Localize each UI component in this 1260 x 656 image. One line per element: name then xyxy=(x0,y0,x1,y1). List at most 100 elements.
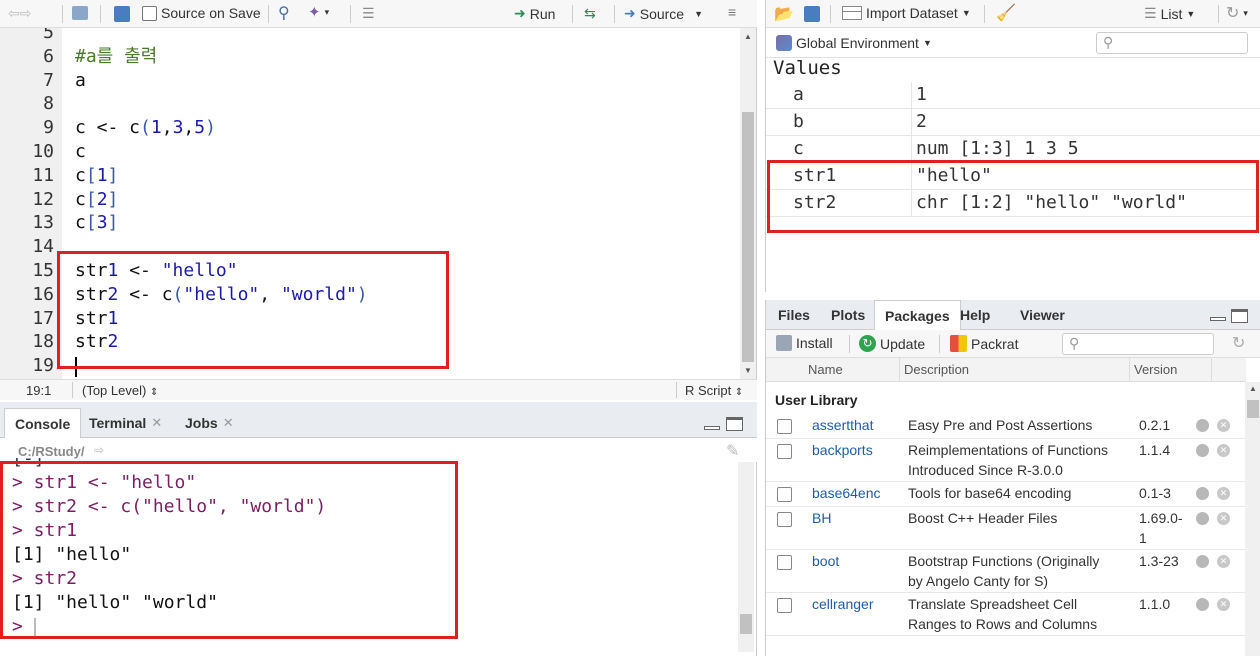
code-tools-wand-icon[interactable]: ✦ ▾ xyxy=(308,3,329,21)
packages-header: Name Description Version xyxy=(766,358,1246,382)
filetype-selector[interactable]: R Script ⇕ xyxy=(685,383,743,398)
tab-help[interactable]: Help xyxy=(950,300,1000,330)
maximize-icon[interactable] xyxy=(726,417,743,431)
refresh-icon[interactable]: ↻ ▾ xyxy=(1226,3,1248,23)
environment-row[interactable]: a1 xyxy=(766,82,1260,109)
package-version: 1.69.0- xyxy=(1139,510,1183,526)
tab-files[interactable]: Files xyxy=(768,300,820,330)
globe-icon[interactable] xyxy=(1196,598,1209,611)
list-icon: ☰ xyxy=(1144,5,1157,21)
remove-package-icon[interactable]: ✕ xyxy=(1217,555,1230,568)
packrat-button[interactable]: Packrat xyxy=(950,335,1018,352)
install-label: Install xyxy=(796,335,833,351)
tab-plots[interactable]: Plots xyxy=(821,300,875,330)
remove-package-icon[interactable]: ✕ xyxy=(1217,512,1230,525)
outline-icon[interactable]: ☰ xyxy=(362,5,375,22)
package-checkbox[interactable] xyxy=(777,598,792,613)
code-line[interactable]: c <- c(1,3,5) xyxy=(75,117,216,139)
environment-row[interactable]: c num [1:3] 1 3 5 xyxy=(766,136,1260,163)
remove-package-icon[interactable]: ✕ xyxy=(1217,419,1230,432)
menu-lines-icon[interactable]: ≡ xyxy=(728,4,736,20)
column-version-header[interactable]: Version xyxy=(1134,362,1177,377)
code-line[interactable]: c xyxy=(75,141,86,163)
source-on-save-checkbox[interactable] xyxy=(142,5,157,21)
package-row: boot Bootstrap Functions (Originally by An… xyxy=(766,550,1246,593)
install-icon xyxy=(776,335,792,351)
globe-icon[interactable] xyxy=(1196,444,1209,457)
tab-terminal[interactable]: Terminal ✕ xyxy=(79,408,172,438)
show-in-window-icon[interactable] xyxy=(72,6,88,20)
package-name-link[interactable]: backports xyxy=(812,442,873,458)
view-mode-selector[interactable]: ☰ List ▼ xyxy=(1144,5,1195,22)
globe-icon[interactable] xyxy=(1196,555,1209,568)
rerun-icon[interactable]: ⇆ xyxy=(584,5,596,22)
package-checkbox[interactable] xyxy=(777,512,792,527)
clear-broom-icon[interactable]: 🧹 xyxy=(996,3,1016,23)
package-row: BH Boost C++ Header Files 1.69.0- 1 ✕ xyxy=(766,507,1246,550)
packages-search-input[interactable]: ⚲ xyxy=(1062,333,1214,355)
remove-package-icon[interactable]: ✕ xyxy=(1217,444,1230,457)
package-checkbox[interactable] xyxy=(777,419,792,434)
globe-icon[interactable] xyxy=(1196,419,1209,432)
run-button[interactable]: ➜ Run xyxy=(514,5,555,22)
back-icon[interactable]: ⇦⇨ xyxy=(8,5,31,22)
search-icon[interactable]: ⚲ xyxy=(278,3,290,23)
packages-scroll-thumb[interactable] xyxy=(1247,400,1259,418)
scope-selector[interactable]: (Top Level) ⇕ xyxy=(82,383,158,398)
package-version: 1.1.0 xyxy=(1139,596,1171,612)
editor-scroll-thumb[interactable] xyxy=(742,112,754,362)
code-line[interactable]: c[3] xyxy=(75,212,118,234)
update-button[interactable]: ↻ Update xyxy=(859,335,925,352)
package-checkbox[interactable] xyxy=(777,444,792,459)
package-name-link[interactable]: assertthat xyxy=(812,417,873,433)
code-line[interactable]: #a를 출력 xyxy=(75,46,157,68)
install-button[interactable]: Install xyxy=(776,335,833,351)
source-button[interactable]: ➜ Source ▼ xyxy=(624,5,703,22)
tab-label: Files xyxy=(778,307,810,323)
package-checkbox[interactable] xyxy=(777,487,792,502)
source-on-save-toggle[interactable]: Source on Save xyxy=(142,5,261,21)
package-row: cellranger Translate Spreadsheet Cell Rang… xyxy=(766,593,1246,636)
column-description-header[interactable]: Description xyxy=(904,362,969,377)
load-workspace-icon[interactable]: 📂 xyxy=(774,4,794,24)
minimize-icon[interactable] xyxy=(704,426,720,430)
package-name-link[interactable]: BH xyxy=(812,510,831,526)
editor-scrollbar[interactable]: ▲ ▼ xyxy=(740,28,756,379)
environment-search-input[interactable]: ⚲ xyxy=(1096,32,1248,54)
tab-viewer[interactable]: Viewer xyxy=(1010,300,1075,330)
package-name-link[interactable]: base64enc xyxy=(812,485,881,501)
chevron-down-icon[interactable]: ▼ xyxy=(694,9,703,19)
refresh-icon[interactable]: ↻ xyxy=(1232,333,1245,353)
remove-package-icon[interactable]: ✕ xyxy=(1217,598,1230,611)
scope-selector[interactable]: Global Environment ▼ xyxy=(776,35,932,51)
tab-jobs[interactable]: Jobs ✕ xyxy=(175,408,244,438)
working-directory[interactable]: C:/RStudy/ xyxy=(18,444,84,459)
go-to-directory-icon[interactable]: ⇨ xyxy=(94,443,104,457)
tab-console[interactable]: Console xyxy=(4,408,82,438)
package-checkbox[interactable] xyxy=(777,555,792,570)
environment-row[interactable]: b2 xyxy=(766,109,1260,136)
import-dataset-button[interactable]: Import Dataset ▼ xyxy=(842,5,971,21)
code-line[interactable]: a xyxy=(75,70,86,92)
package-name-link[interactable]: boot xyxy=(812,553,839,569)
package-name-link[interactable]: cellranger xyxy=(812,596,873,612)
globe-icon[interactable] xyxy=(1196,487,1209,500)
minimize-icon[interactable] xyxy=(1210,317,1226,321)
globe-icon[interactable] xyxy=(1196,512,1209,525)
close-icon[interactable]: ✕ xyxy=(223,415,234,431)
save-icon[interactable] xyxy=(114,6,130,22)
remove-package-icon[interactable]: ✕ xyxy=(1217,487,1230,500)
save-workspace-icon[interactable] xyxy=(804,6,820,22)
console-scroll-thumb[interactable] xyxy=(740,614,752,634)
source-on-save-label: Source on Save xyxy=(161,5,261,21)
code-line[interactable]: c[1] xyxy=(75,165,118,187)
code-line[interactable]: c[2] xyxy=(75,189,118,211)
packages-scrollbar[interactable]: ▲ xyxy=(1245,382,1260,656)
tab-packages[interactable]: Packages xyxy=(874,300,961,330)
maximize-icon[interactable] xyxy=(1231,309,1248,323)
environment-scope-bar: Global Environment ▼ ⚲ xyxy=(766,28,1260,58)
column-name-header[interactable]: Name xyxy=(808,362,843,377)
console-scrollbar[interactable] xyxy=(738,462,754,652)
close-icon[interactable]: ✕ xyxy=(151,415,162,431)
environment-section-header: Values xyxy=(773,57,842,79)
